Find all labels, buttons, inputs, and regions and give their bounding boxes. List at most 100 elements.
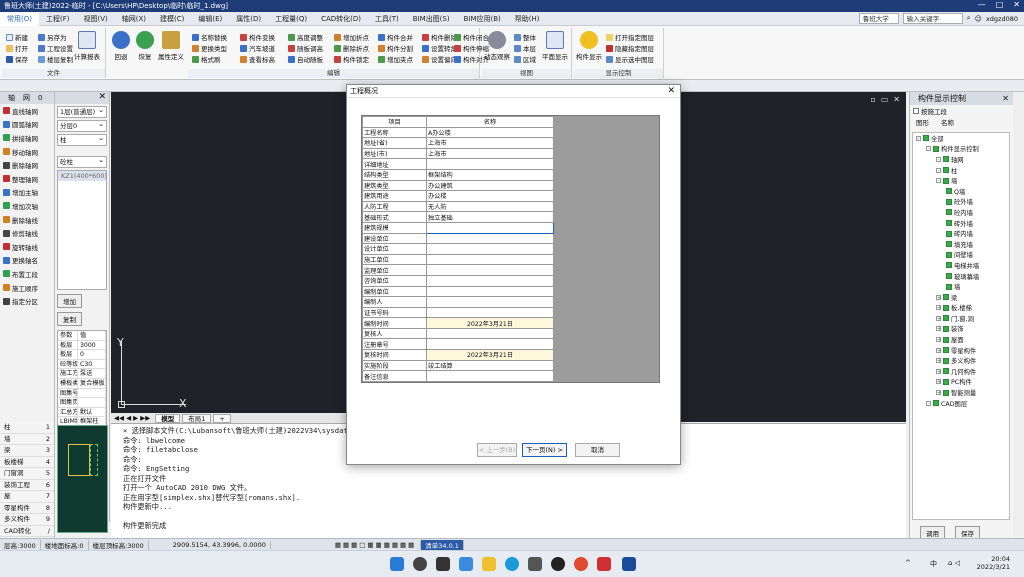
tree-item[interactable]: + 几何构件 — [913, 366, 1009, 377]
field-value[interactable] — [426, 253, 554, 266]
edit-tool-button[interactable]: 构件分割 — [378, 43, 413, 53]
menu-item[interactable]: 轴网(X) — [115, 12, 153, 26]
tab-add[interactable]: + — [213, 413, 231, 423]
tree-item[interactable]: 填充墙 — [913, 239, 1009, 250]
edit-tool-button[interactable]: 格式刷 — [192, 54, 221, 64]
search-icon[interactable]: ⌕ — [967, 14, 971, 23]
field-value[interactable]: 无人防 — [426, 200, 554, 213]
tree-expand-icon[interactable]: + — [936, 347, 941, 353]
maximize-icon[interactable]: □ — [996, 0, 1004, 9]
tree-checkbox[interactable] — [943, 315, 949, 322]
floor-select[interactable]: 1层(普通层) — [57, 105, 107, 118]
property-define-button[interactable]: 属性定义 — [156, 31, 186, 61]
tree-checkbox[interactable] — [946, 273, 952, 280]
tab-nav-icon[interactable]: ◀◀ ◀ ▶ ▶▶ — [111, 414, 153, 422]
axis-tool-item[interactable]: 指定分区 — [0, 294, 54, 308]
file-explorer-icon[interactable] — [482, 557, 496, 571]
property-row[interactable]: 参数值 — [58, 331, 106, 341]
menu-item[interactable]: BIM出图(S) — [406, 12, 457, 26]
open-layer-button[interactable]: 打开指定图层 — [606, 32, 654, 42]
section-select[interactable]: 分层0 — [57, 119, 107, 132]
field-value[interactable]: A办公楼 — [426, 126, 554, 139]
orbit-button[interactable]: 动态观察 — [484, 31, 510, 61]
subtype-select[interactable]: 砼柱 — [57, 155, 107, 168]
edge-icon[interactable] — [505, 557, 519, 571]
prev-button[interactable]: < 上一步(B) — [477, 443, 517, 457]
tree-item[interactable]: Q墙 — [913, 186, 1009, 197]
menu-item[interactable]: 属性(D) — [229, 12, 268, 26]
tree-checkbox[interactable] — [943, 357, 949, 364]
plan-display-button[interactable]: 平面显示 — [542, 31, 568, 61]
property-row[interactable]: 砼等级 C30 — [58, 359, 106, 370]
tree-item[interactable]: + 门,窗,洞 — [913, 313, 1009, 324]
status-toggle-icons[interactable]: ▦▦▦□▦▦▦▦▦▦ — [331, 540, 422, 549]
field-value[interactable] — [426, 243, 554, 255]
property-row[interactable]: 模板类型复合模板 — [58, 378, 106, 389]
axis-tool-item[interactable]: 拼接轴网 — [0, 131, 54, 145]
tree-item[interactable]: - 构件显示控制 — [913, 144, 1009, 155]
tree-checkbox[interactable] — [943, 304, 949, 311]
luban-icon[interactable] — [622, 557, 636, 571]
tree-checkbox[interactable] — [933, 400, 939, 407]
tray-chevron-icon[interactable]: ^ — [905, 559, 911, 567]
tree-expand-icon[interactable]: + — [936, 368, 941, 374]
tree-item[interactable]: + 多义构件 — [913, 355, 1009, 366]
field-value[interactable] — [426, 221, 554, 234]
tree-expand-icon[interactable]: + — [936, 358, 941, 364]
tree-checkbox[interactable] — [946, 230, 952, 237]
tree-checkbox[interactable] — [943, 347, 949, 354]
chrome-icon[interactable] — [574, 557, 588, 571]
category-item[interactable]: 装饰工程 6 — [0, 480, 54, 491]
tree-expand-icon[interactable]: + — [936, 337, 941, 343]
category-item[interactable]: 板楼梯 4 — [0, 457, 54, 468]
field-value[interactable] — [426, 338, 554, 351]
tab-model[interactable]: 模型 — [155, 413, 181, 423]
field-value[interactable]: 独立基础 — [426, 211, 554, 223]
field-value[interactable]: 框架结构 — [426, 168, 554, 181]
tree-expand-icon[interactable]: + — [936, 326, 941, 332]
edit-tool-button[interactable]: 增加夹点 — [378, 54, 413, 64]
menu-item[interactable]: 工程(F) — [39, 12, 77, 26]
next-button[interactable]: 下一页(N) > — [522, 443, 567, 457]
tree-checkbox[interactable] — [946, 251, 952, 258]
edit-tool-button[interactable]: 构件删除 — [422, 32, 457, 42]
tree-item[interactable]: + PC构件 — [913, 377, 1009, 388]
clock[interactable]: 20:04 2022/3/21 — [976, 555, 1010, 571]
field-value[interactable] — [426, 274, 554, 287]
axis-tool-item[interactable]: 布置工段 — [0, 267, 54, 281]
category-item[interactable]: 墙2 — [0, 434, 54, 445]
user-name[interactable]: xdgzd080 — [986, 15, 1018, 23]
menu-item[interactable]: 编辑(E) — [191, 12, 229, 26]
tree-expand-icon[interactable]: - — [916, 135, 921, 141]
field-value[interactable] — [426, 264, 554, 276]
edit-tool-button[interactable]: 自动随板 — [288, 54, 323, 64]
tree-item[interactable]: 砼外墙 — [913, 197, 1009, 208]
edit-tool-button[interactable]: 更换类型 — [192, 43, 227, 53]
redo-button[interactable]: 恢复 — [132, 31, 158, 61]
floor-copy-button[interactable]: 楼层复制 — [38, 54, 73, 64]
search-taskbar-icon[interactable] — [413, 557, 427, 571]
tree-item[interactable]: - CAD图层 — [913, 398, 1009, 409]
tree-checkbox[interactable] — [946, 283, 952, 290]
dialog-close-icon[interactable]: ✕ — [667, 85, 675, 98]
property-value[interactable]: C30 — [78, 359, 106, 369]
menu-item[interactable]: 视图(V) — [76, 12, 114, 26]
view-whole-button[interactable]: 整体 — [514, 32, 536, 42]
axis-tool-item[interactable]: 移动轴网 — [0, 145, 54, 159]
tree-expand-icon[interactable]: + — [936, 305, 941, 311]
new-button[interactable]: 新建 — [6, 32, 28, 42]
tree-checkbox[interactable] — [946, 188, 952, 195]
hide-layer-button[interactable]: 隐藏指定图层 — [606, 43, 654, 53]
save-as-button[interactable]: 另存为 — [38, 32, 67, 42]
axis-tool-item[interactable]: 圆弧轴网 — [0, 118, 54, 132]
canvas-close-icon[interactable]: ✕ — [893, 95, 900, 104]
field-value[interactable] — [426, 327, 554, 340]
ime-indicator[interactable]: 中 — [930, 559, 937, 569]
field-value[interactable] — [426, 232, 554, 245]
menu-item[interactable]: 工程量(Q) — [268, 12, 314, 26]
field-value[interactable]: 2022年3月21日 — [426, 349, 554, 361]
tree-item[interactable]: + 零星构件 — [913, 345, 1009, 356]
tree-checkbox[interactable] — [943, 378, 949, 385]
edit-tool-button[interactable]: 构件锁定 — [334, 54, 369, 64]
tree-item[interactable]: -柱 — [913, 165, 1009, 176]
